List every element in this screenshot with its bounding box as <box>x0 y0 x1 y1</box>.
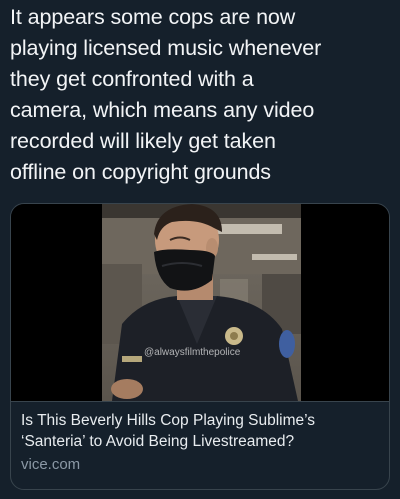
officer-thumbnail-image <box>102 204 301 401</box>
link-preview-domain: vice.com <box>21 456 81 473</box>
link-preview-media[interactable]: @alwaysfilmthepolice <box>11 204 389 401</box>
tweet-text: It appears some cops are now playing lic… <box>10 5 322 184</box>
link-preview-body[interactable]: Is This Beverly Hills Cop Playing Sublim… <box>11 401 389 489</box>
link-preview-title[interactable]: Is This Beverly Hills Cop Playing Sublim… <box>21 410 381 452</box>
link-preview-card[interactable]: @alwaysfilmthepolice Is This Beverly Hil… <box>10 203 390 490</box>
video-thumbnail[interactable]: @alwaysfilmthepolice <box>102 204 301 401</box>
video-watermark: @alwaysfilmthepolice <box>144 347 241 358</box>
